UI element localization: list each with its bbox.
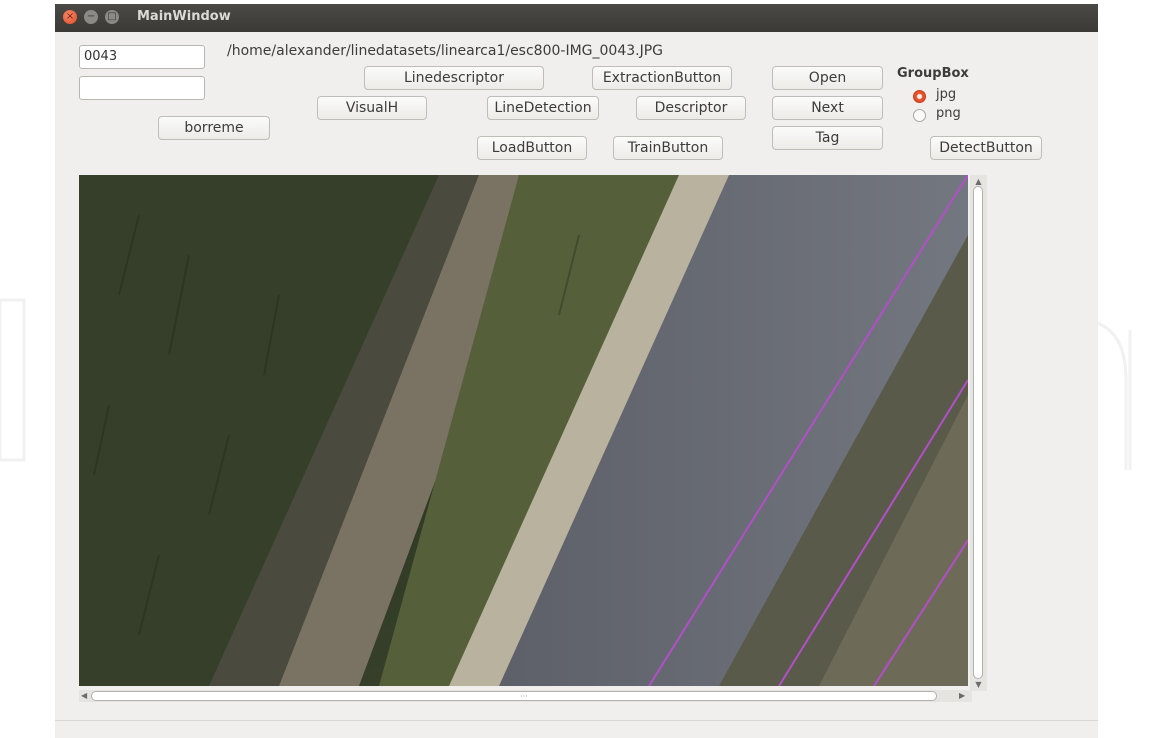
borreme-button[interactable]: borreme [158,116,270,140]
status-bar [55,720,1098,738]
linedetection-button[interactable]: LineDetection [487,96,599,120]
load-button[interactable]: LoadButton [477,136,587,160]
next-button[interactable]: Next [772,96,883,120]
minimize-icon[interactable]: − [84,10,98,24]
secondary-input[interactable] [79,76,205,100]
horizontal-scroll-thumb[interactable]: ··· [91,691,937,701]
open-button[interactable]: Open [772,66,883,90]
scroll-right-icon[interactable]: ▶ [959,691,965,701]
groupbox-title: GroupBox [897,66,969,81]
window-title: MainWindow [137,9,231,24]
radio-png-label: png [936,106,961,121]
extraction-button[interactable]: ExtractionButton [592,66,732,90]
number-input[interactable]: 0043 [79,45,205,69]
aerial-road-image [79,175,968,686]
visualh-button[interactable]: VisualH [317,96,427,120]
tag-button[interactable]: Tag [772,126,883,150]
scroll-up-icon[interactable]: ▲ [973,177,984,186]
maximize-icon[interactable]: □ [105,10,119,24]
horizontal-scrollbar[interactable]: ◀ ··· ▶ [79,690,972,702]
detect-button[interactable]: DetectButton [930,136,1042,160]
train-button[interactable]: TrainButton [613,136,723,160]
vertical-scrollbar[interactable]: ▲ ▼ [970,175,987,691]
radio-jpg-label: jpg [936,87,957,102]
image-viewer[interactable] [79,175,968,686]
scroll-left-icon[interactable]: ◀ [81,691,87,701]
scroll-down-icon[interactable]: ▼ [973,680,984,689]
radio-jpg[interactable] [913,90,926,103]
file-path-label: /home/alexander/linedatasets/linearca1/e… [227,43,664,59]
close-icon[interactable]: × [63,10,77,24]
radio-png[interactable] [913,109,926,122]
title-bar: × − □ MainWindow [55,4,1098,32]
main-window: × − □ MainWindow 0043 /home/alexander/li… [55,4,1098,738]
linedescriptor-button[interactable]: Linedescriptor [364,66,544,90]
scroll-grip-icon: ··· [520,692,528,701]
descriptor-button[interactable]: Descriptor [636,96,746,120]
vertical-scroll-thumb[interactable] [973,186,983,679]
